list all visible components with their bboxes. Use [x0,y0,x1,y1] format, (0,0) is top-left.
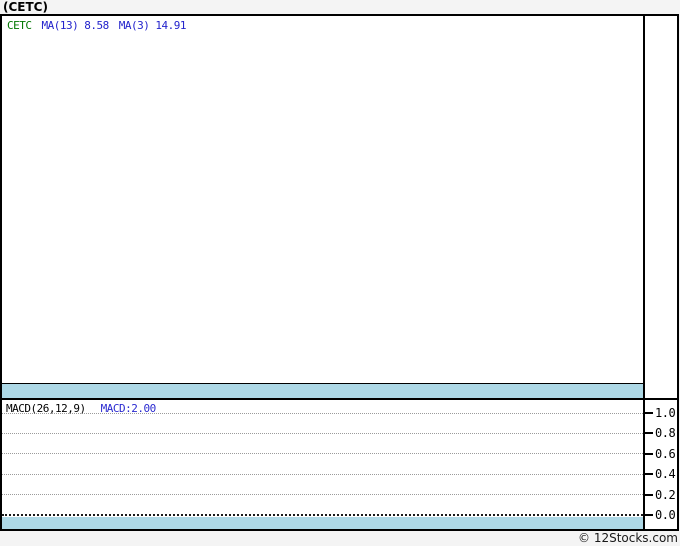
ma3-label: MA(3) [118,19,150,32]
y-axis-tick-label: 1.0 [655,406,676,420]
macd-gridline-0.6 [2,453,643,455]
y-axis-tick-label: 0.8 [655,426,676,441]
y-axis-tick-label: 0.6 [655,446,676,461]
chart-frame: CETC MA(13) 8.58 MA(3) 14.91 MACD(26,12,9) MA… [0,14,679,531]
macd-grid: 1.0 0.8 0.6 0.4 0.2 0.0 [2,400,677,529]
macd-gridline-0.8 [2,432,643,434]
y-axis-tick-label: 0.2 [655,487,676,502]
price-panel: CETC MA(13) 8.58 MA(3) 14.91 [2,16,643,383]
macd-legend: MACD(26,12,9) MACD:2.00 [6,402,156,415]
macd-legend-value: MACD:2.00 [100,402,157,415]
macd-gridline-0.4 [2,473,643,475]
y-axis-tick-label: 0.4 [655,467,676,482]
macd-panel: MACD(26,12,9) MACD:2.00 1.0 0.8 0.6 0.4 0.2 0.… [2,400,677,529]
stock-chart-page: (CETC) CETC MA(13) 8.58 MA(3) 14.91 MACD(26,… [0,0,680,546]
macd-gridline-0.2 [2,494,643,496]
macd-legend-label: MACD(26,12,9) [6,402,86,415]
ma13-label: MA(13) [41,19,79,32]
ma3-value: 14.91 [155,19,186,32]
macd-gridline-0.0 [2,514,643,516]
panel-separator-band [2,383,643,398]
ma13-value: 8.58 [84,19,109,32]
price-legend: CETC MA(13) 8.58 MA(3) 14.91 [7,19,186,32]
bottom-band [2,517,643,529]
y-axis-line [643,16,645,529]
ticker-symbol: CETC [7,19,32,32]
copyright-text: © 12Stocks.com [578,531,678,545]
chart-title: (CETC) [3,0,48,14]
y-axis-tick-label: 0.0 [655,508,676,522]
